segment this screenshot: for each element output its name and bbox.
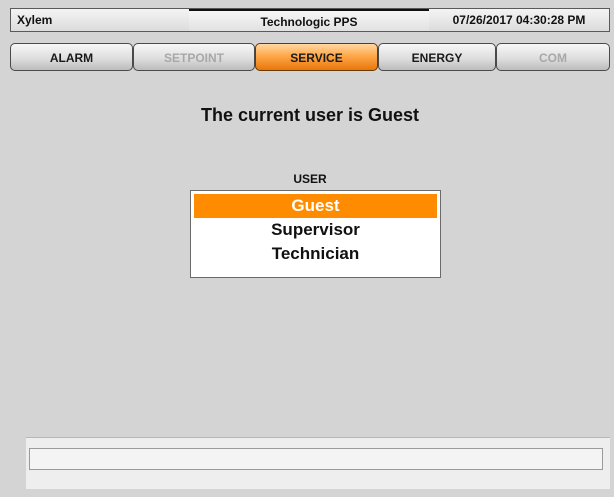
product-name: Technologic PPS: [189, 9, 429, 31]
tab-com[interactable]: COM: [496, 43, 610, 71]
user-option-supervisor[interactable]: Supervisor: [194, 218, 437, 242]
tab-energy[interactable]: ENERGY: [378, 43, 496, 71]
tab-setpoint[interactable]: SETPOINT: [133, 43, 255, 71]
title-bar: Xylem Technologic PPS 07/26/2017 04:30:2…: [10, 8, 610, 32]
user-select-list[interactable]: Guest Supervisor Technician: [190, 190, 441, 278]
tab-service[interactable]: SERVICE: [255, 43, 378, 71]
hmi-screen: Xylem Technologic PPS 07/26/2017 04:30:2…: [0, 0, 614, 497]
app-name: Xylem: [11, 9, 189, 31]
nav-tabs: ALARM SETPOINT SERVICE ENERGY COM: [10, 43, 610, 71]
current-user-heading: The current user is Guest: [200, 105, 420, 125]
user-option-technician[interactable]: Technician: [194, 242, 437, 266]
status-message-field: [29, 448, 603, 470]
user-option-guest[interactable]: Guest: [194, 194, 437, 218]
status-panel: [26, 437, 610, 489]
datetime-display: 07/26/2017 04:30:28 PM: [429, 9, 609, 31]
tab-alarm[interactable]: ALARM: [10, 43, 133, 71]
user-list-label: USER: [293, 172, 327, 186]
